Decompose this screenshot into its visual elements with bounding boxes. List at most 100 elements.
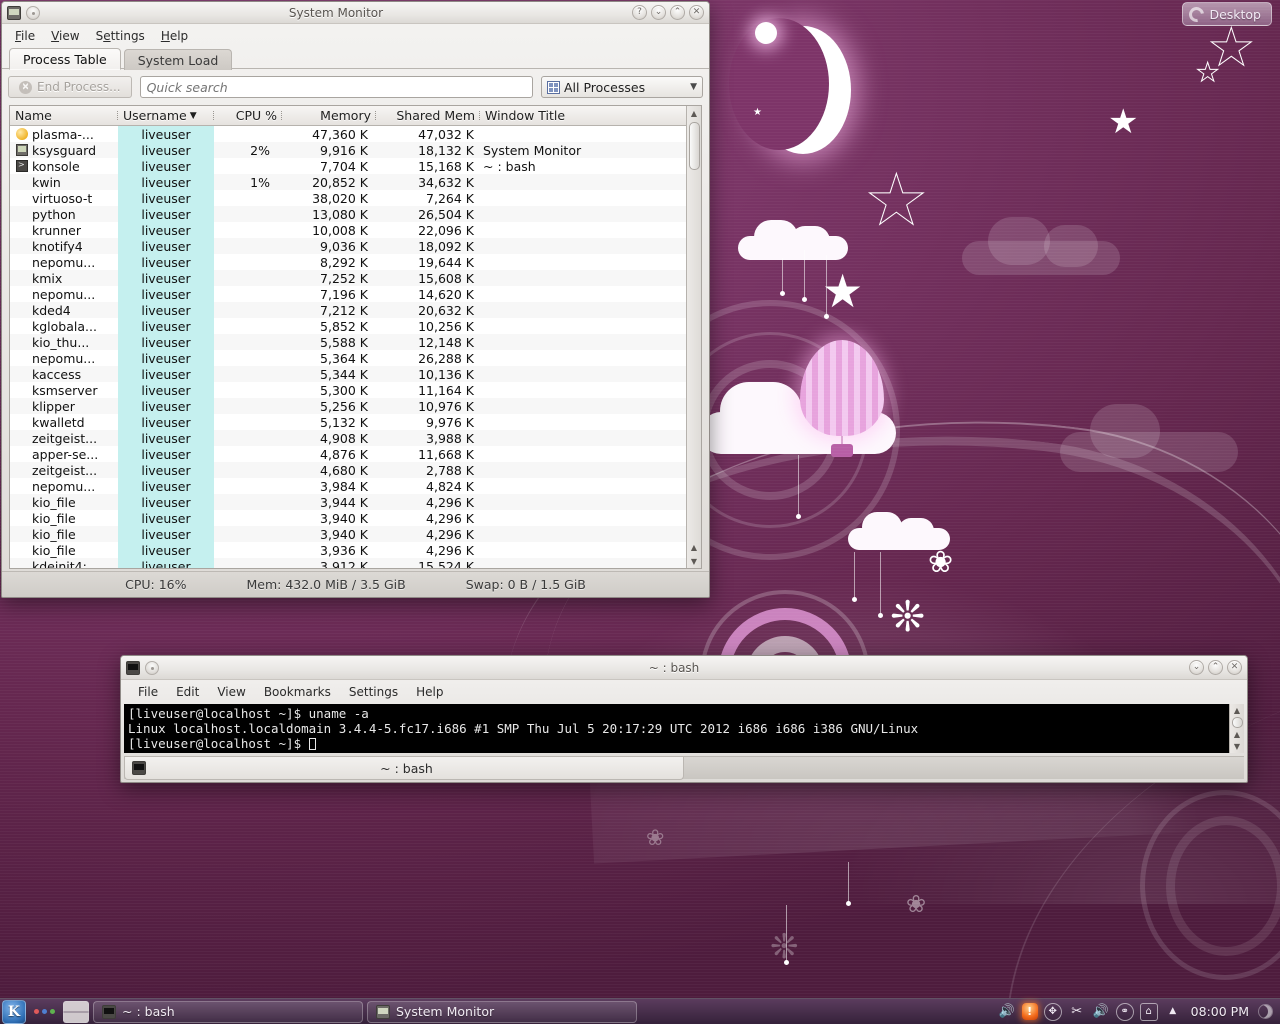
table-row[interactable]: ksmserver liveuser 5,300 K 11,164 K (10, 382, 686, 398)
konsole-tab[interactable]: ~ : bash (124, 757, 684, 780)
menu-file[interactable]: File (8, 27, 42, 45)
menu-settings[interactable]: Settings (342, 683, 405, 701)
help-button[interactable]: ? (632, 5, 647, 20)
application-launcher-button[interactable]: K (2, 999, 26, 1024)
table-row[interactable]: nepomu... liveuser 7,196 K 14,620 K (10, 286, 686, 302)
table-row[interactable]: zeitgeist... liveuser 4,680 K 2,788 K (10, 462, 686, 478)
maximize-button[interactable]: ⌃ (670, 5, 685, 20)
table-row[interactable]: krunner liveuser 10,008 K 22,096 K (10, 222, 686, 238)
process-table-scrollbar[interactable]: ▲ ▲ ▼ (686, 106, 701, 568)
table-row[interactable]: kio_file liveuser 3,940 K 4,296 K (10, 526, 686, 542)
column-header-username[interactable]: Username ▼ (118, 108, 214, 123)
table-row[interactable]: zeitgeist... liveuser 4,908 K 3,988 K (10, 430, 686, 446)
scroll-down-arrow-icon[interactable]: ▼ (1230, 741, 1245, 753)
scroll-page-up-icon[interactable]: ▲ (1230, 728, 1245, 740)
scroll-up-arrow-icon[interactable]: ▲ (687, 106, 702, 120)
process-table[interactable]: Name Username ▼ CPU % Memory Shared Mem W… (9, 105, 702, 569)
table-row[interactable]: apper-se... liveuser 4,876 K 11,668 K (10, 446, 686, 462)
table-row[interactable]: python liveuser 13,080 K 26,504 K (10, 206, 686, 222)
table-row[interactable]: nepomu... liveuser 5,364 K 26,288 K (10, 350, 686, 366)
alert-icon[interactable]: ! (1021, 1003, 1038, 1020)
menu-edit[interactable]: Edit (169, 683, 206, 701)
trash-icon[interactable]: ⌂ (1139, 1002, 1158, 1021)
konsole-menubar[interactable]: File Edit View Bookmarks Settings Help (121, 680, 1247, 703)
minimize-button[interactable]: ⌄ (1189, 660, 1204, 675)
table-row[interactable]: virtuoso-t liveuser 38,020 K 7,264 K (10, 190, 686, 206)
digital-clock[interactable]: 08:00 PM (1188, 1004, 1252, 1019)
system-monitor-toolbar[interactable]: ✕ End Process... All Processes ▼ (2, 69, 709, 104)
pager-dot[interactable] (34, 1009, 39, 1014)
process-table-body[interactable]: plasma-... liveuser 47,360 K 47,032 Kksysgu… (10, 126, 686, 568)
menu-help[interactable]: Help (409, 683, 450, 701)
table-row[interactable]: kwin liveuser 1% 20,852 K 34,632 K (10, 174, 686, 190)
menu-bookmarks[interactable]: Bookmarks (257, 683, 338, 701)
system-monitor-tabbar[interactable]: Process Table System Load (2, 48, 709, 70)
taskbar-item-system-monitor[interactable]: System Monitor (367, 1000, 637, 1023)
menu-file[interactable]: File (131, 683, 165, 701)
search-input[interactable] (139, 76, 533, 98)
keep-above-button[interactable] (26, 5, 40, 20)
close-button[interactable]: ✕ (689, 5, 704, 20)
terminal-text[interactable]: [liveuser@localhost ~]$ uname -a Linux l… (124, 704, 1229, 753)
table-row[interactable]: kaccess liveuser 5,344 K 10,136 K (10, 366, 686, 382)
menu-view[interactable]: View (44, 27, 86, 45)
keep-above-button[interactable] (145, 660, 159, 675)
taskbar[interactable]: K ~ : bash System Monitor 🔊 ! ✥ ✂ 🔊 ⚭ ⌂ … (0, 998, 1280, 1024)
table-row[interactable]: knotify4 liveuser 9,036 K 18,092 K (10, 238, 686, 254)
pager-dot[interactable] (42, 1009, 47, 1014)
close-button[interactable]: ✕ (1227, 660, 1242, 675)
klipper-icon[interactable]: ✂ (1068, 1003, 1086, 1021)
pager-dot[interactable] (50, 1009, 55, 1014)
menu-settings[interactable]: Settings (89, 27, 152, 45)
column-header-cpu[interactable]: CPU % (214, 108, 282, 123)
scroll-page-up-icon[interactable]: ▲ (687, 540, 702, 554)
table-row[interactable]: kglobala... liveuser 5,852 K 10,256 K (10, 318, 686, 334)
table-row[interactable]: kdeinit4: liveuser 3,912 K 15,524 K (10, 558, 686, 568)
scrollbar-track[interactable] (687, 120, 702, 540)
table-row[interactable]: plasma-... liveuser 47,360 K 47,032 K (10, 126, 686, 142)
scroll-down-arrow-icon[interactable]: ▼ (687, 554, 702, 568)
table-row[interactable]: kmix liveuser 7,252 K 15,608 K (10, 270, 686, 286)
menu-view[interactable]: View (210, 683, 252, 701)
volume-icon[interactable]: 🔊 (998, 1003, 1016, 1021)
table-row[interactable]: kded4 liveuser 7,212 K 20,632 K (10, 302, 686, 318)
scrollbar-thumb[interactable] (688, 122, 700, 170)
table-row[interactable]: ksysguard liveuser 2% 9,916 K 18,132 K System… (10, 142, 686, 158)
table-row[interactable]: kio_file liveuser 3,936 K 4,296 K (10, 542, 686, 558)
table-row[interactable]: nepomu... liveuser 3,984 K 4,824 K (10, 478, 686, 494)
tab-system-load[interactable]: System Load (123, 49, 233, 70)
minimize-button[interactable]: ⌄ (651, 5, 666, 20)
system-monitor-menubar[interactable]: File View Settings Help (2, 24, 709, 47)
pager-widget[interactable] (30, 1009, 59, 1014)
system-monitor-window[interactable]: System Monitor ? ⌄ ⌃ ✕ File View Setting… (1, 1, 710, 598)
column-header-window-title[interactable]: Window Title (480, 108, 686, 123)
terminal-scrollbar[interactable]: ▲ ▲ ▼ (1229, 704, 1244, 753)
terminal-output[interactable]: [liveuser@localhost ~]$ uname -a Linux l… (124, 704, 1244, 753)
table-row[interactable]: kwalletd liveuser 5,132 K 9,976 K (10, 414, 686, 430)
system-tray[interactable]: 🔊 ! ✥ ✂ 🔊 ⚭ ⌂ ▲ 08:00 PM (998, 1002, 1278, 1021)
system-monitor-titlebar[interactable]: System Monitor ? ⌄ ⌃ ✕ (2, 2, 709, 24)
maximize-button[interactable]: ⌃ (1208, 660, 1223, 675)
end-process-button[interactable]: ✕ End Process... (8, 76, 132, 98)
taskbar-item-konsole[interactable]: ~ : bash (93, 1000, 363, 1023)
tab-process-table[interactable]: Process Table (9, 48, 121, 70)
column-header-shared-mem[interactable]: Shared Mem (376, 108, 480, 123)
device-notifier-icon[interactable]: ✥ (1043, 1002, 1062, 1021)
process-filter-dropdown[interactable]: All Processes ▼ (541, 76, 703, 98)
desktop-toolbox-button[interactable]: Desktop (1182, 2, 1272, 26)
table-row[interactable]: klipper liveuser 5,256 K 10,976 K (10, 398, 686, 414)
table-row[interactable]: kio_file liveuser 3,944 K 4,296 K (10, 494, 686, 510)
table-row[interactable]: konsole liveuser 7,704 K 15,168 K ~ : bash (10, 158, 686, 174)
mixer-icon[interactable]: 🔊 (1092, 1003, 1110, 1021)
process-table-header[interactable]: Name Username ▼ CPU % Memory Shared Mem W… (10, 106, 686, 126)
column-header-name[interactable]: Name (10, 108, 118, 123)
lock-screen-moon-icon[interactable] (1258, 1004, 1273, 1019)
konsole-window[interactable]: ~ : bash ⌄ ⌃ ✕ File Edit View Bookmarks … (120, 655, 1248, 783)
show-hidden-icon[interactable]: ▲ (1164, 1003, 1182, 1021)
show-desktop-button[interactable] (63, 1000, 89, 1023)
scrollbar-thumb[interactable] (1231, 717, 1243, 729)
usb-icon[interactable]: ⚭ (1115, 1002, 1134, 1021)
table-row[interactable]: kio_file liveuser 3,940 K 4,296 K (10, 510, 686, 526)
konsole-titlebar[interactable]: ~ : bash ⌄ ⌃ ✕ (121, 656, 1247, 680)
konsole-tabbar[interactable]: ~ : bash (124, 756, 1244, 780)
